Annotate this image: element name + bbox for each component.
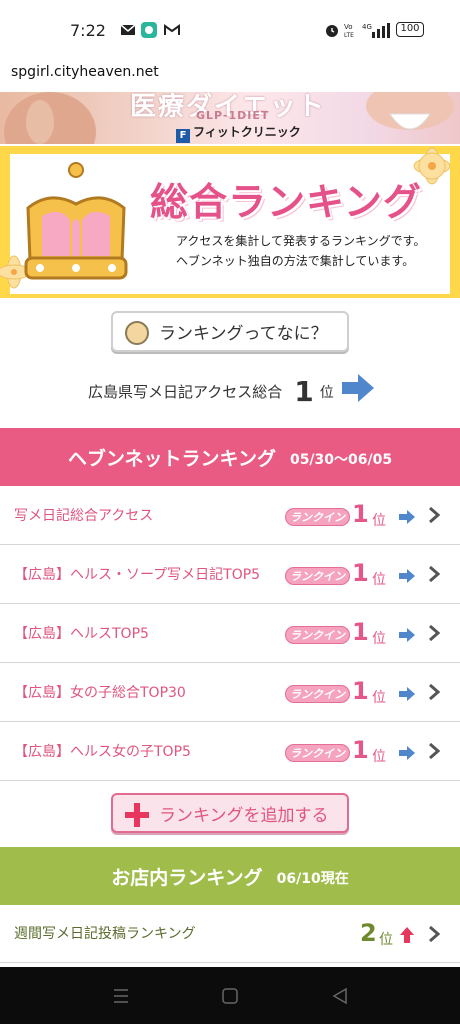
chat-app-icon xyxy=(141,22,157,38)
chevron-right-icon xyxy=(429,742,440,760)
chevron-right-icon xyxy=(429,565,440,583)
rank-up-icon xyxy=(400,927,414,943)
battery-icon: 100 xyxy=(396,22,424,37)
ranking-row-label: 【広島】ヘルス・ソープ写メ日記TOP5 xyxy=(14,567,261,583)
ad-banner[interactable]: 医療ダイエット GLP-1DIET F フィットクリニック xyxy=(0,92,460,144)
chevron-right-icon xyxy=(429,925,440,943)
chevron-right-icon xyxy=(429,624,440,642)
signal-icon: 4G xyxy=(362,23,390,38)
summary-arrow-icon[interactable] xyxy=(342,374,374,402)
ranking-banner: 総合ランキング アクセスを集計して発表するランキングです。 ヘブンネット独自の方… xyxy=(0,146,460,298)
svg-text:4G: 4G xyxy=(362,23,372,31)
heaven-ranking-title: ヘブンネットランキング xyxy=(67,447,276,470)
ranking-row[interactable]: 【広島】ヘルスTOP5 ランクイン 1 位 xyxy=(0,604,460,663)
rank-in-badge: ランクイン xyxy=(285,685,350,703)
arrow-right-icon xyxy=(399,628,415,642)
heaven-ranking-header: ヘブンネットランキング 05/30〜06/05 xyxy=(0,428,460,486)
ad-subtitle: GLP-1DIET xyxy=(196,109,270,122)
ranking-row-rank: 1 xyxy=(352,736,369,764)
summary-rank-unit: 位 xyxy=(319,384,334,401)
rank-in-badge: ランクイン xyxy=(285,567,350,585)
shop-ranking-header: お店内ランキング 06/10現在 xyxy=(0,847,460,905)
home-icon[interactable] xyxy=(221,987,239,1005)
what-is-ranking-button[interactable]: ランキングってなに？ xyxy=(111,311,349,352)
add-ranking-button[interactable]: ランキングを追加する xyxy=(111,793,349,833)
shop-ranking-date: 06/10現在 xyxy=(276,871,349,887)
arrow-right-icon xyxy=(399,569,415,583)
back-icon[interactable] xyxy=(331,987,349,1005)
recent-apps-icon[interactable] xyxy=(112,987,130,1005)
shop-ranking-title: お店内ランキング xyxy=(111,866,263,889)
summary-label: 広島県写メ日記アクセス総合 xyxy=(88,383,283,401)
arrow-right-icon xyxy=(399,687,415,701)
ranking-row-label: 【広島】女の子総合TOP30 xyxy=(14,685,186,701)
ranking-banner-desc-2: ヘブンネット独自の方法で集計しています。 xyxy=(176,254,415,268)
chevron-right-icon xyxy=(429,506,440,524)
ranking-row[interactable]: 【広島】ヘルス・ソープ写メ日記TOP5 ランクイン 1 位 xyxy=(0,545,460,604)
summary-rank-number: 1 xyxy=(294,375,314,408)
ranking-row[interactable]: 【広島】ヘルス女の子TOP5 ランクイン 1 位 xyxy=(0,722,460,781)
ranking-row-unit: 位 xyxy=(372,572,386,588)
mail-icon xyxy=(120,24,136,35)
what-is-ranking-label: ランキングってなに？ xyxy=(159,324,328,344)
ranking-row[interactable]: 写メ日記総合アクセス ランクイン 1 位 xyxy=(0,486,460,545)
ranking-row-unit: 位 xyxy=(372,513,386,529)
gmail-icon xyxy=(164,24,180,35)
shop-ranking-row-label: 週間写メ日記投稿ランキング xyxy=(14,926,196,942)
shop-ranking-row-unit: 位 xyxy=(379,932,393,948)
ranking-row-unit: 位 xyxy=(372,631,386,647)
svg-text:Vo: Vo xyxy=(344,23,353,31)
status-bar: 7:22 Vo LTE 4G 100 xyxy=(0,0,460,60)
chevron-right-icon xyxy=(429,683,440,701)
ranking-row-unit: 位 xyxy=(372,690,386,706)
volte-icon: VoLTE xyxy=(344,23,354,38)
shop-ranking-row[interactable]: 週間写メ日記投稿ランキング 2 位 xyxy=(0,905,460,963)
rank-in-badge: ランクイン xyxy=(285,626,350,644)
ad-clinic: F フィットクリニック xyxy=(176,123,301,143)
ranking-row[interactable]: 【広島】女の子総合TOP30 ランクイン 1 位 xyxy=(0,663,460,722)
ranking-row-unit: 位 xyxy=(372,749,386,765)
arrow-right-icon xyxy=(399,746,415,760)
ad-body-image-left xyxy=(4,92,96,144)
arrow-right-icon xyxy=(399,510,415,524)
summary-rank: 広島県写メ日記アクセス総合 1 位 xyxy=(88,375,334,408)
ranking-row-rank: 1 xyxy=(352,500,369,528)
clinic-name: フィットクリニック xyxy=(193,125,301,139)
ad-body-image-right xyxy=(366,92,454,130)
alarm-icon xyxy=(326,25,338,37)
ranking-row-label: 【広島】ヘルスTOP5 xyxy=(14,626,149,642)
rank-in-badge: ランクイン xyxy=(285,744,350,762)
plus-icon xyxy=(125,803,149,827)
url-text[interactable]: spgirl.cityheaven.net xyxy=(11,64,159,80)
crown-icon xyxy=(24,162,128,280)
add-ranking-label: ランキングを追加する xyxy=(159,805,329,826)
status-time: 7:22 xyxy=(70,21,106,40)
shop-ranking-row-rank: 2 xyxy=(360,919,377,947)
ranking-row-label: 【広島】ヘルス女の子TOP5 xyxy=(14,744,191,760)
clinic-logo-icon: F xyxy=(176,129,190,143)
ranking-row-rank: 1 xyxy=(352,618,369,646)
heaven-ranking-dates: 05/30〜06/05 xyxy=(289,452,393,468)
ranking-row-label: 写メ日記総合アクセス xyxy=(14,508,154,524)
svg-text:LTE: LTE xyxy=(344,32,354,38)
ranking-row-rank: 1 xyxy=(352,559,369,587)
rank-in-badge: ランクイン xyxy=(285,508,350,526)
ranking-banner-desc-1: アクセスを集計して発表するランキングです。 xyxy=(176,234,426,248)
system-nav-bar xyxy=(0,967,460,1024)
ranking-row-rank: 1 xyxy=(352,677,369,705)
ranking-banner-title: 総合ランキング xyxy=(150,180,422,224)
mascot-icon xyxy=(125,321,149,345)
